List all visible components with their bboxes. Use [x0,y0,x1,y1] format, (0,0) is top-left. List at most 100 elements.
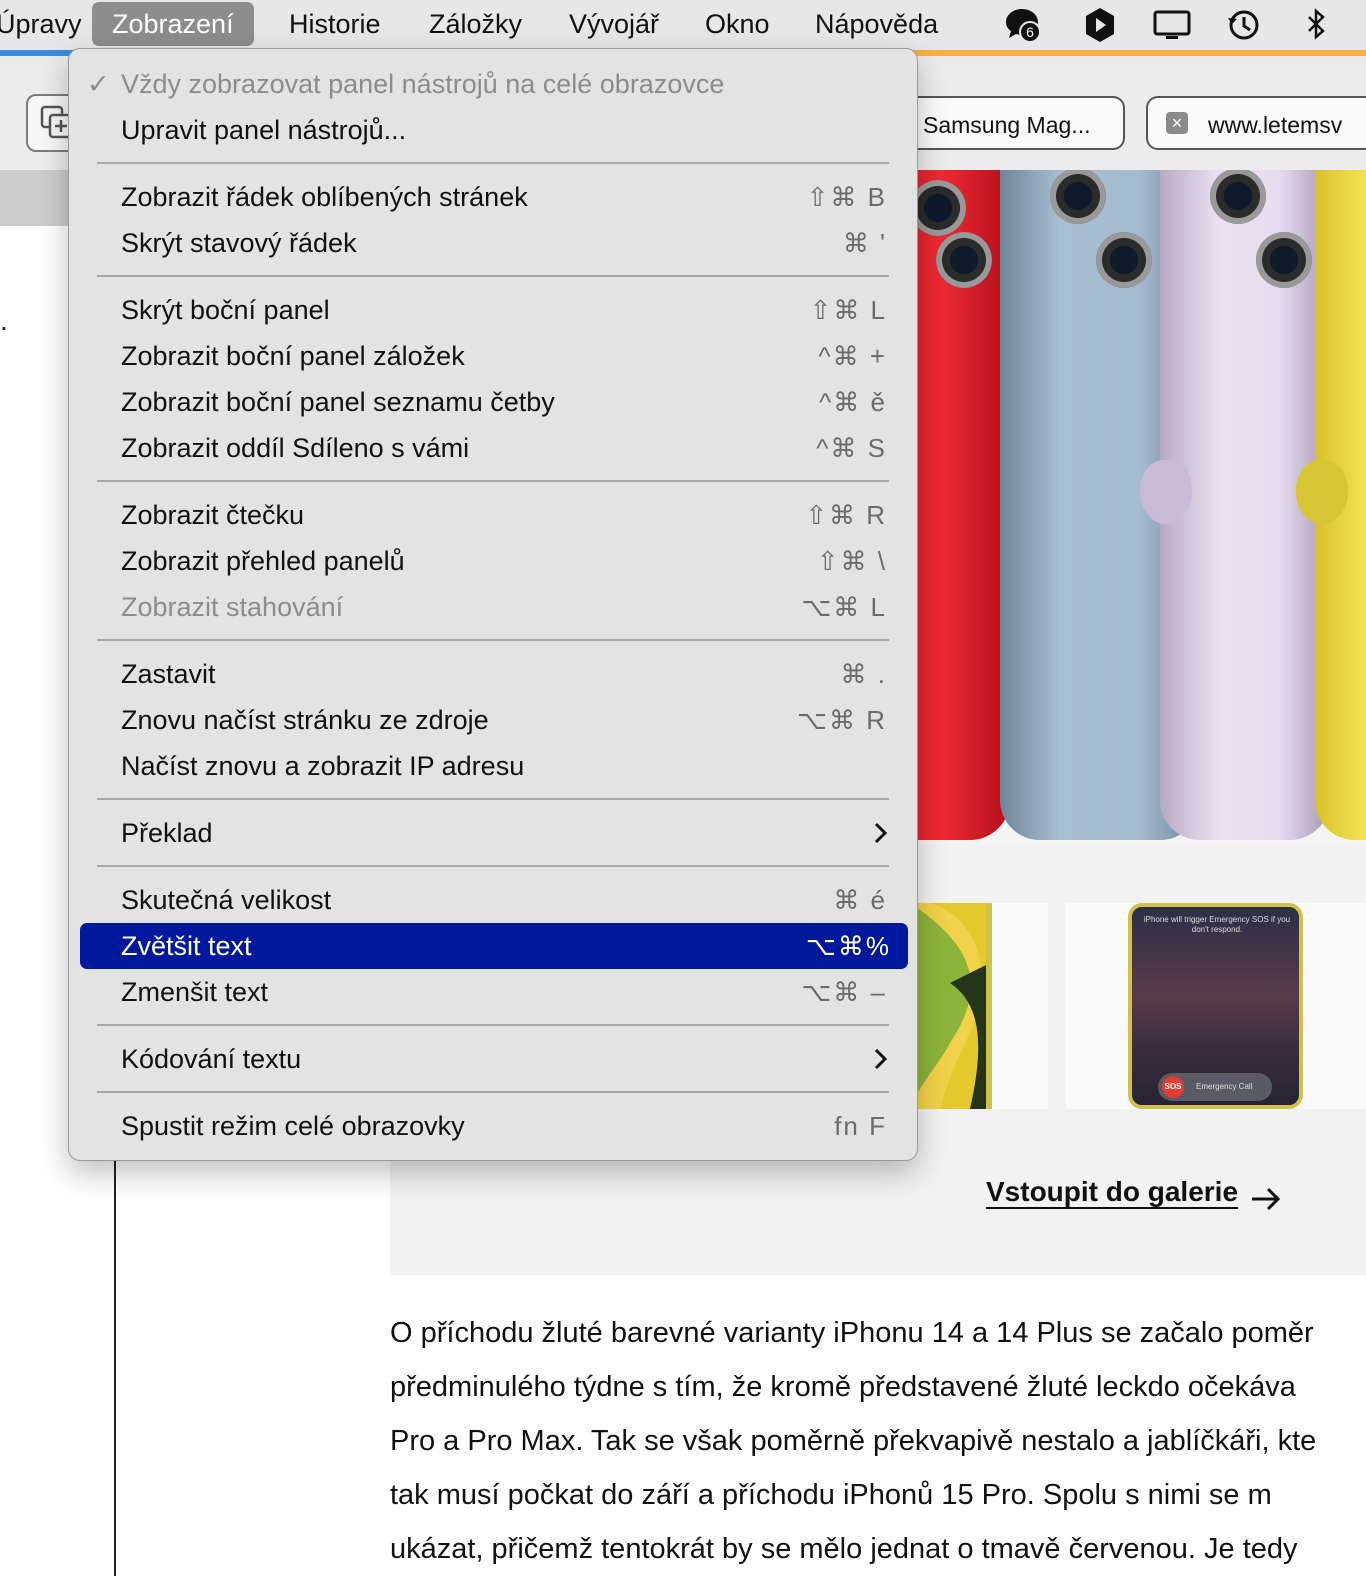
menu-item-nacist-znovu-a-zobrazit-ip-adresu[interactable]: Načíst znovu a zobrazit IP adresu [69,743,917,789]
menu-item-shortcut: ⌥⌘ – [801,977,887,1007]
display-icon[interactable] [1152,6,1192,44]
menu-item-shortcut: ⇧⌘ B [806,182,887,212]
menu-item-shortcut: ^⌘ + [818,341,887,371]
menu-item-zvetsit-text[interactable]: Zvětšit text ⌥⌘% [80,923,908,969]
menu-item-zobrazit-radek-oblibenych-stranek[interactable]: Zobrazit řádek oblíbených stránek ⇧⌘ B [69,174,917,220]
menubar-item-zalozky[interactable]: Záložky [429,2,522,46]
tab-letemsvetem[interactable]: × www.letemsv [1146,96,1366,150]
menu-item-shortcut: ^⌘ S [816,433,887,463]
menu-item-label: Upravit panel nástrojů... [121,115,407,145]
menu-separator [97,162,889,164]
menu-separator [97,865,889,867]
menu-item-zobrazit-bocni-panel-zalozek[interactable]: Zobrazit boční panel záložek ^⌘ + [69,333,917,379]
tab-samsung[interactable]: Samsung Mag... [905,96,1125,150]
menu-item-shortcut: ⌘ . [840,659,887,689]
menu-item-shortcut: ^⌘ ě [819,387,887,417]
emergency-call-label: Emergency Call [1196,1082,1253,1091]
sos-message: iPhone will trigger Emergency SOS if you… [1143,915,1291,934]
menu-item-label: Překlad [121,818,213,848]
tab-title: www.letemsv [1208,112,1343,138]
article-line: tak musí počkat do září a příchodu iPhon… [390,1479,1272,1511]
menu-item-vzdy-zobrazovat-panel-nastroju-na-cele-obrazovce: ✓ Vždy zobrazovat panel nástrojů na celé … [69,61,917,107]
gallery-thumbnail-1[interactable] [910,903,1048,1109]
menu-separator [97,1024,889,1026]
menu-item-label: Zobrazit stahování [121,592,344,622]
close-tab-icon[interactable]: × [1166,112,1188,134]
menubar-item-vyvojar[interactable]: Vývojář [569,2,659,46]
menu-item-label: Zobrazit řádek oblíbených stránek [121,182,528,212]
article-line: ukázat, přičemž tentokrát by se mělo jed… [390,1533,1298,1565]
menu-item-label: Kódování textu [121,1044,302,1074]
arrow-right-icon[interactable] [1250,1186,1282,1212]
sidebar-strip [0,170,70,226]
menu-item-shortcut: ⌥⌘ R [797,705,887,735]
notification-badge-count: 6 [1026,24,1034,40]
menubar-item-napoveda[interactable]: Nápověda [815,2,938,46]
menu-item-label: Skrýt stavový řádek [121,228,357,258]
menu-item-skutecna-velikost[interactable]: Skutečná velikost ⌘ é [69,877,917,923]
menu-item-label: Skutečná velikost [121,885,332,915]
menu-item-shortcut: ⇧⌘ \ [816,546,887,576]
menu-item-label: Zobrazit boční panel seznamu četby [121,387,555,417]
menu-item-label: Zobrazit boční panel záložek [121,341,465,371]
menu-item-skryt-bocni-panel[interactable]: Skrýt boční panel ⇧⌘ L [69,287,917,333]
menu-item-skryt-stavovy-radek[interactable]: Skrýt stavový řádek ⌘ ' [69,220,917,266]
sos-badge: SOS [1162,1076,1184,1098]
menu-item-label: Skrýt boční panel [121,295,330,325]
menu-item-shortcut: ⇧⌘ L [809,295,887,325]
menu-item-label: Spustit režim celé obrazovky [121,1111,465,1141]
menubar-item-zobrazeni[interactable]: Zobrazení [92,2,254,46]
chevron-right-icon [874,1048,888,1070]
menu-item-upravit-panel-nastroju[interactable]: Upravit panel nástrojů... [69,107,917,153]
menu-item-preklad[interactable]: Překlad [69,810,917,856]
menu-item-shortcut: ⌘ ' [842,228,887,258]
menu-item-shortcut: fn F [834,1111,887,1141]
menu-item-zobrazit-prehled-panelu[interactable]: Zobrazit přehled panelů ⇧⌘ \ [69,538,917,584]
menu-item-label: Zobrazit oddíl Sdíleno s vámi [121,433,470,463]
menu-separator [97,639,889,641]
menu-item-label: Zobrazit přehled panelů [121,546,405,576]
menu-item-label: Zmenšit text [121,977,269,1007]
menu-item-shortcut: ⌥⌘% [805,931,891,961]
menu-item-label: Zastavit [121,659,216,689]
shield-play-icon[interactable] [1080,6,1120,44]
menu-item-kodovani-textu[interactable]: Kódování textu [69,1036,917,1082]
tab-title: Samsung Mag... [923,112,1091,138]
article-line: předminulého týdne s tím, že kromě předs… [390,1371,1296,1403]
menu-separator [97,275,889,277]
menubar-item-okno[interactable]: Okno [705,2,770,46]
bluetooth-icon[interactable] [1296,6,1336,44]
menubar-item-upravy[interactable]: Úpravy [0,2,82,46]
menu-item-label: Znovu načíst stránku ze zdroje [121,705,489,735]
chevron-right-icon [874,822,888,844]
article-body: O příchodu žluté barevné varianty iPhonu… [390,1306,1366,1576]
menu-item-label: Načíst znovu a zobrazit IP adresu [121,751,525,781]
menu-separator [97,798,889,800]
phone-screen-sos: iPhone will trigger Emergency SOS if you… [1128,903,1303,1109]
menu-item-zobrazit-ctecku[interactable]: Zobrazit čtečku ⇧⌘ R [69,492,917,538]
menu-item-label: Zobrazit čtečku [121,500,305,530]
menu-item-label: Vždy zobrazovat panel nástrojů na celé o… [121,69,725,99]
emergency-call-slider: SOS Emergency Call [1158,1073,1272,1101]
gallery-link[interactable]: Vstoupit do galerie [986,1176,1238,1208]
checkmark-icon: ✓ [87,69,110,99]
page-fragment: . [0,305,8,336]
menu-item-shortcut: ⇧⌘ R [805,500,887,530]
hero-image [900,170,1366,845]
menubar-item-historie[interactable]: Historie [289,2,381,46]
chat-bubble-icon[interactable]: 6 [1002,6,1042,44]
menu-separator [97,1091,889,1093]
article-line: O příchodu žluté barevné varianty iPhonu… [390,1317,1314,1349]
article-line: Pro a Pro Max. Tak se však poměrně překv… [390,1425,1317,1457]
menu-item-zastavit[interactable]: Zastavit ⌘ . [69,651,917,697]
menu-item-spustit-rezim-cele-obrazovky[interactable]: Spustit režim celé obrazovky fn F [69,1103,917,1149]
menu-item-znovu-nacist-stranku-ze-zdroje[interactable]: Znovu načíst stránku ze zdroje ⌥⌘ R [69,697,917,743]
menu-item-zobrazit-oddil-sdileno-s-vami[interactable]: Zobrazit oddíl Sdíleno s vámi ^⌘ S [69,425,917,471]
menu-item-shortcut: ⌥⌘ L [801,592,887,622]
menu-item-zmensit-text[interactable]: Zmenšit text ⌥⌘ – [69,969,917,1015]
menu-item-zobrazit-bocni-panel-seznamu-cetby[interactable]: Zobrazit boční panel seznamu četby ^⌘ ě [69,379,917,425]
time-machine-icon[interactable] [1224,6,1264,44]
menu-bar: Úpravy Zobrazení Historie Záložky Vývojá… [0,0,1366,50]
menu-separator [97,480,889,482]
gallery-thumbnail-2[interactable]: iPhone will trigger Emergency SOS if you… [1066,903,1366,1109]
